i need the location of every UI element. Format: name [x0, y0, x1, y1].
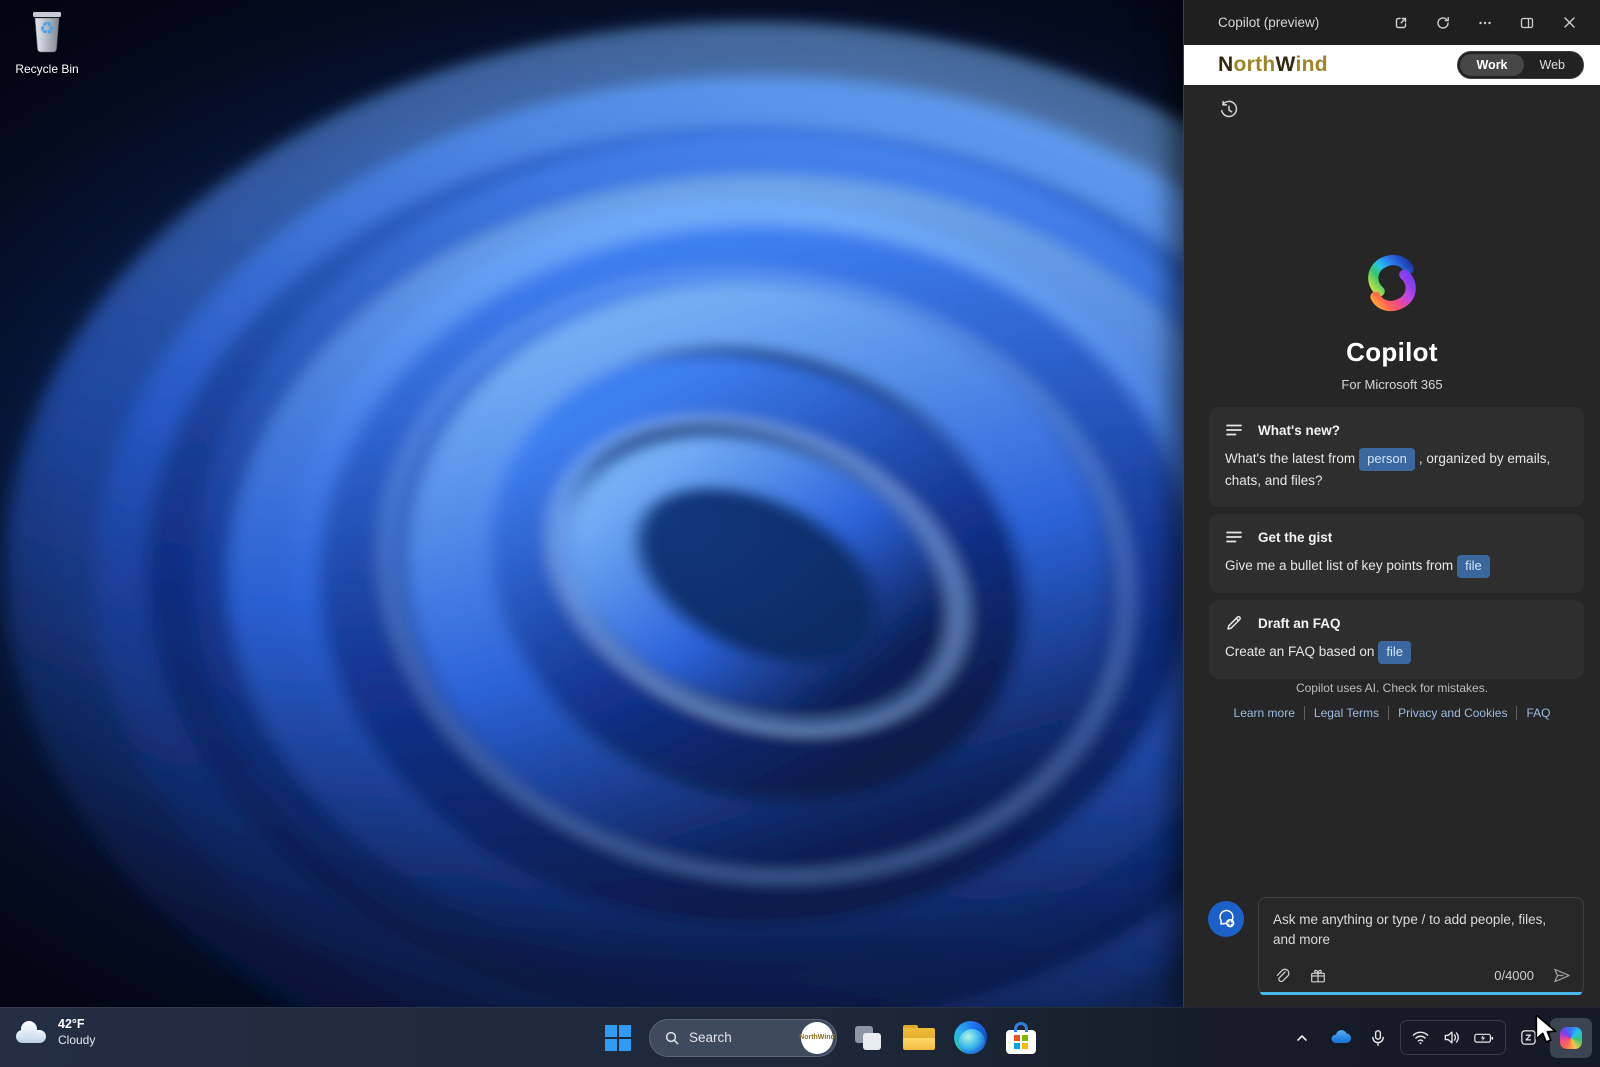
link-legal-terms[interactable]: Legal Terms	[1303, 706, 1379, 720]
legal-links: Learn more Legal Terms Privacy and Cooki…	[1184, 706, 1600, 720]
work-web-toggle: Work Web	[1457, 51, 1584, 79]
ai-disclaimer: Copilot uses AI. Check for mistakes.	[1295, 681, 1489, 695]
file-chip[interactable]: file	[1457, 555, 1490, 579]
hero-title: Copilot	[1346, 337, 1438, 367]
card-get-the-gist[interactable]: Get the gist Give me a bullet list of ke…	[1209, 514, 1584, 594]
more-options-icon	[1479, 21, 1491, 24]
composer: Ask me anything or type / to add people,…	[1184, 897, 1600, 995]
list-icon	[1226, 531, 1242, 543]
store-icon	[1006, 1021, 1036, 1054]
input-placeholder: Ask me anything or type / to add people,…	[1273, 912, 1547, 947]
file-chip[interactable]: file	[1378, 641, 1411, 665]
windows-start-icon	[605, 1024, 631, 1051]
search-label: Search	[689, 1030, 732, 1045]
file-explorer-button[interactable]	[899, 1018, 939, 1058]
history-icon	[1220, 100, 1238, 118]
legal-footer: Copilot uses AI. Check for mistakes. Lea…	[1184, 681, 1600, 720]
brand-bar: NorthWind Work Web	[1184, 45, 1600, 85]
copilot-hero: Copilot For Microsoft 365	[1184, 250, 1600, 392]
wifi-icon	[1412, 1031, 1429, 1045]
split-view-icon	[1520, 17, 1534, 28]
edge-icon	[953, 1021, 987, 1054]
card-whats-new[interactable]: What's new? What's the latest from person…	[1209, 407, 1584, 508]
microphone-icon	[1372, 1029, 1384, 1046]
person-chip[interactable]: person	[1359, 448, 1415, 472]
refresh-icon	[1437, 16, 1449, 29]
search-icon	[665, 1031, 679, 1044]
search-northwind-badge: NorthWind	[799, 1021, 835, 1054]
weather-temp: 42°F	[58, 1017, 85, 1031]
panel-title: Copilot (preview)	[1218, 15, 1320, 30]
more-options-button[interactable]	[1468, 8, 1502, 38]
close-panel-button[interactable]	[1552, 8, 1586, 38]
microphone-button[interactable]	[1362, 1020, 1394, 1056]
link-learn-more[interactable]: Learn more	[1234, 706, 1295, 720]
toggle-work[interactable]: Work	[1460, 54, 1524, 76]
new-chat-button[interactable]	[1208, 901, 1244, 937]
taskbar-search-box[interactable]: Search NorthWind	[649, 1018, 837, 1057]
card-body: Create an FAQ based on file	[1225, 641, 1568, 665]
link-faq[interactable]: FAQ	[1516, 706, 1550, 720]
prompts-gift-icon[interactable]	[1309, 967, 1327, 985]
copilot-logo	[1368, 254, 1416, 312]
card-body: Give me a bullet list of key points from…	[1225, 555, 1568, 579]
file-explorer-icon	[903, 1025, 935, 1050]
panel-titlebar: Copilot (preview)	[1184, 0, 1600, 45]
onedrive-button[interactable]	[1324, 1020, 1356, 1056]
recycle-bin-shortcut[interactable]: ♻ Recycle Bin	[8, 6, 86, 76]
refresh-button[interactable]	[1426, 8, 1460, 38]
task-view-button[interactable]	[848, 1018, 888, 1058]
cloud-weather-icon	[14, 1021, 48, 1044]
toggle-web[interactable]: Web	[1524, 54, 1581, 76]
send-icon[interactable]	[1552, 966, 1571, 985]
link-privacy-cookies[interactable]: Privacy and Cookies	[1388, 706, 1507, 720]
northwind-badge-text: NorthWind	[799, 1034, 835, 1041]
chat-area: Copilot For Microsoft 365 What's new? Wh…	[1184, 85, 1600, 1008]
message-input[interactable]: Ask me anything or type / to add people,…	[1258, 897, 1584, 995]
hero-subtitle: For Microsoft 365	[1341, 377, 1443, 392]
speaker-icon	[1444, 1031, 1459, 1044]
card-title: What's new?	[1258, 422, 1340, 438]
card-title: Draft an FAQ	[1258, 615, 1341, 631]
open-in-new-window-icon	[1395, 17, 1407, 28]
char-counter: 0/4000	[1494, 968, 1534, 983]
recycle-bin-label: Recycle Bin	[15, 62, 79, 76]
recycle-symbol-icon: ♻	[39, 19, 55, 38]
weather-condition: Cloudy	[58, 1032, 96, 1047]
copilot-panel: Copilot (preview) NorthWind Work Web Cop…	[1183, 0, 1600, 1008]
card-title: Get the gist	[1258, 529, 1333, 545]
input-focus-underline	[1260, 992, 1582, 995]
new-chat-icon	[1219, 909, 1235, 928]
card-draft-an-faq[interactable]: Draft an FAQ Create an FAQ based on file	[1209, 600, 1584, 680]
split-view-button[interactable]	[1510, 8, 1544, 38]
close-icon	[1563, 17, 1575, 28]
northwind-logo: NorthWind	[1218, 53, 1328, 76]
copilot-icon	[1560, 1026, 1582, 1049]
start-button[interactable]	[598, 1018, 638, 1058]
store-button[interactable]	[1001, 1018, 1041, 1058]
card-body: What's the latest from person, organized …	[1225, 448, 1568, 492]
mouse-cursor	[1535, 1015, 1557, 1043]
chevron-up-icon	[1297, 1034, 1307, 1041]
onedrive-icon	[1331, 1029, 1352, 1043]
taskbar: 42°F Cloudy Search NorthWind	[0, 1007, 1600, 1067]
battery-icon	[1474, 1033, 1494, 1043]
weather-widget[interactable]: 42°F Cloudy	[14, 1017, 95, 1048]
pencil-icon	[1227, 616, 1241, 630]
hidden-icons-button[interactable]	[1286, 1020, 1318, 1056]
history-button[interactable]	[1214, 95, 1244, 125]
task-view-icon	[855, 1025, 881, 1050]
list-icon	[1226, 424, 1242, 436]
edge-button[interactable]	[950, 1018, 990, 1058]
suggestion-cards: What's new? What's the latest from person…	[1209, 407, 1584, 680]
network-volume-battery-group[interactable]	[1400, 1020, 1506, 1055]
paperclip-icon[interactable]	[1273, 967, 1291, 985]
open-in-new-window-button[interactable]	[1384, 8, 1418, 38]
